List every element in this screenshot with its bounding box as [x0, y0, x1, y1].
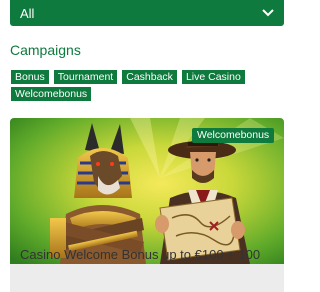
campaign-tag-list: Bonus Tournament Cashback Live Casino We…: [11, 70, 283, 104]
tag-cashback[interactable]: Cashback: [122, 70, 177, 84]
promo-card-title[interactable]: Casino Welcome Bonus up to €100 + 100: [20, 247, 260, 262]
promo-badge: Welcomebonus: [192, 128, 275, 143]
campaign-filter-dropdown[interactable]: All: [10, 0, 284, 26]
tag-tournament[interactable]: Tournament: [53, 70, 118, 84]
chevron-down-icon: [262, 7, 274, 19]
filter-selected-value: All: [20, 5, 35, 21]
promo-card[interactable]: Welcomebonus Casino Welcome Bonus up to …: [10, 118, 284, 292]
tag-live-casino[interactable]: Live Casino: [181, 70, 245, 84]
tag-welcomebonus[interactable]: Welcomebonus: [11, 87, 92, 101]
tag-bonus[interactable]: Bonus: [11, 70, 49, 84]
campaigns-heading: Campaigns: [10, 42, 81, 58]
